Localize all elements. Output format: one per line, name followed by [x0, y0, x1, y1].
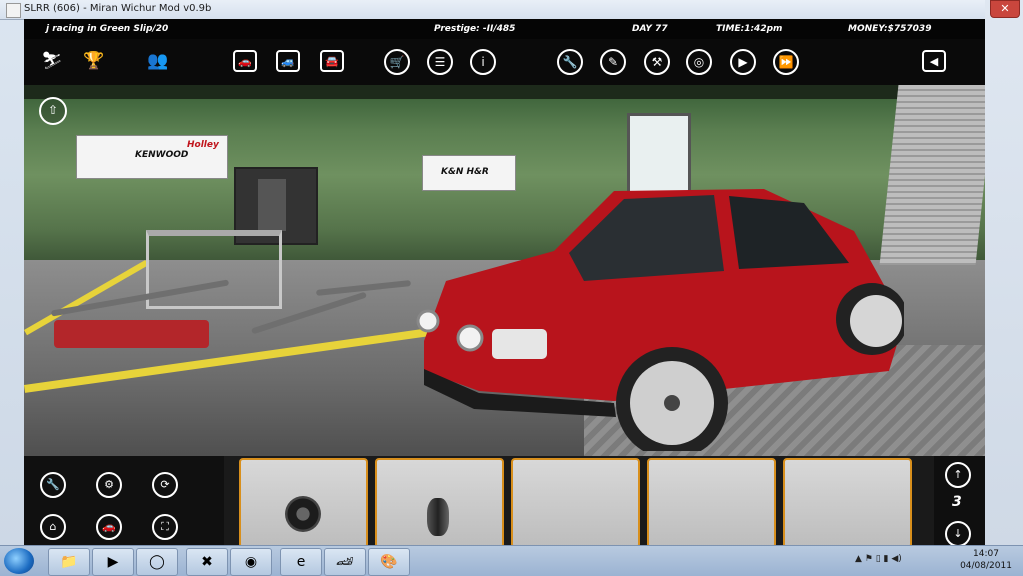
page-number: 3 — [952, 494, 962, 510]
frame-icon[interactable]: ⛶ — [152, 514, 178, 540]
wheel-rim-side-part — [427, 498, 449, 536]
runner-icon[interactable]: ⛷ — [38, 47, 66, 75]
day-label: DAY 77 — [632, 24, 668, 34]
start-button[interactable] — [4, 548, 34, 574]
part-slot-3[interactable] — [511, 458, 640, 545]
garage-icon[interactable]: 🚙 — [276, 50, 300, 72]
parts-bar: 🔧 ⚙ ⟳ ⌂ 🚗 ⛶ ↑ 3 ↓ — [24, 456, 985, 545]
prestige-label: Prestige: -II/485 — [434, 24, 516, 34]
garage-scene: KENWOOD Holley K&N H&R ⇧ — [24, 85, 985, 456]
wrench-icon[interactable]: 🔧 — [40, 472, 66, 498]
engine-icon[interactable]: ⚙ — [96, 472, 122, 498]
part-slot-4[interactable] — [647, 458, 776, 545]
workbench-cart — [146, 230, 282, 309]
window-title: SLRR (606) - Miran Wichur Mod v0.9b — [24, 3, 212, 14]
ie-icon[interactable]: e — [280, 548, 322, 576]
chrome-icon[interactable]: ◉ — [230, 548, 272, 576]
trophy-icon[interactable]: 🏆 — [80, 47, 108, 75]
part-slot-5[interactable] — [783, 458, 912, 545]
status-bar: j racing in Green Slip/20 Prestige: -II/… — [24, 19, 985, 39]
camera-up-icon[interactable]: ⇧ — [39, 97, 67, 125]
taskbar: 📁 ▶ ◯ ✖ ◉ e 🏎 🎨 ▲ ⚑ ▯ ▮ ◀) 14:07 04/08/2… — [0, 545, 1023, 576]
seat-icon[interactable]: ⌂ — [40, 514, 66, 540]
part-slot-1[interactable] — [239, 458, 368, 545]
clock[interactable]: 14:07 04/08/2011 — [955, 548, 1017, 572]
page-down-button[interactable]: ↓ — [945, 521, 971, 545]
page-up-button[interactable]: ↑ — [945, 462, 971, 488]
wheel-rim-part — [285, 496, 321, 532]
list-icon[interactable]: ☰ — [427, 49, 453, 75]
time-label: TIME:1:42pm — [716, 24, 783, 34]
part-slot-2[interactable] — [375, 458, 504, 545]
floor-jack — [54, 320, 209, 348]
desktop-background-left — [0, 0, 24, 545]
app-icon-x[interactable]: ✖ — [186, 548, 228, 576]
exit-icon[interactable]: ◀ — [922, 50, 946, 72]
sponsor-banner-1: KENWOOD Holley — [76, 135, 228, 179]
window-titlebar[interactable]: SLRR (606) - Miran Wichur Mod v0.9b — [0, 0, 985, 20]
desktop-background-right — [985, 0, 1023, 545]
people-icon[interactable]: 👥 — [144, 47, 172, 75]
clock-time: 14:07 — [973, 549, 999, 559]
game-taskbar-icon[interactable]: 🏎 — [324, 548, 366, 576]
money-label: MONEY:$757039 — [848, 24, 932, 34]
parts-categories: 🔧 ⚙ ⟳ ⌂ 🚗 ⛶ — [24, 456, 224, 545]
media-player-icon[interactable]: ▶ — [92, 548, 134, 576]
app-icon — [6, 3, 21, 18]
paint-icon[interactable]: 🎨 — [368, 548, 410, 576]
sync-icon[interactable]: ◯ — [136, 548, 178, 576]
tools-icon[interactable]: ⚒ — [644, 49, 670, 75]
car-body-icon[interactable]: 🚗 — [96, 514, 122, 540]
red-hatchback-car[interactable] — [384, 171, 904, 451]
wrench-icon[interactable]: 🔧 — [557, 49, 583, 75]
clock-date: 04/08/2011 — [960, 561, 1012, 571]
car-dealer-icon[interactable]: 🚗 — [233, 50, 257, 72]
car-lot-icon[interactable]: 🚘 — [320, 50, 344, 72]
play-icon[interactable]: ▶ — [730, 49, 756, 75]
steering-wheel-icon[interactable]: ◎ — [686, 49, 712, 75]
shop-cart-icon[interactable]: 🛒 — [384, 49, 410, 75]
screwdriver-icon[interactable]: ✎ — [600, 49, 626, 75]
fast-forward-icon[interactable]: ⏩ — [773, 49, 799, 75]
car-name: j racing in Green Slip/20 — [46, 24, 169, 34]
garage-ceiling — [24, 85, 985, 99]
info-icon[interactable]: i — [470, 49, 496, 75]
refresh-icon[interactable]: ⟳ — [152, 472, 178, 498]
explorer-icon[interactable]: 📁 — [48, 548, 90, 576]
system-tray[interactable]: ▲ ⚑ ▯ ▮ ◀) — [855, 554, 902, 564]
close-button[interactable]: ✕ — [990, 0, 1020, 18]
game-window: j racing in Green Slip/20 Prestige: -II/… — [24, 19, 985, 545]
